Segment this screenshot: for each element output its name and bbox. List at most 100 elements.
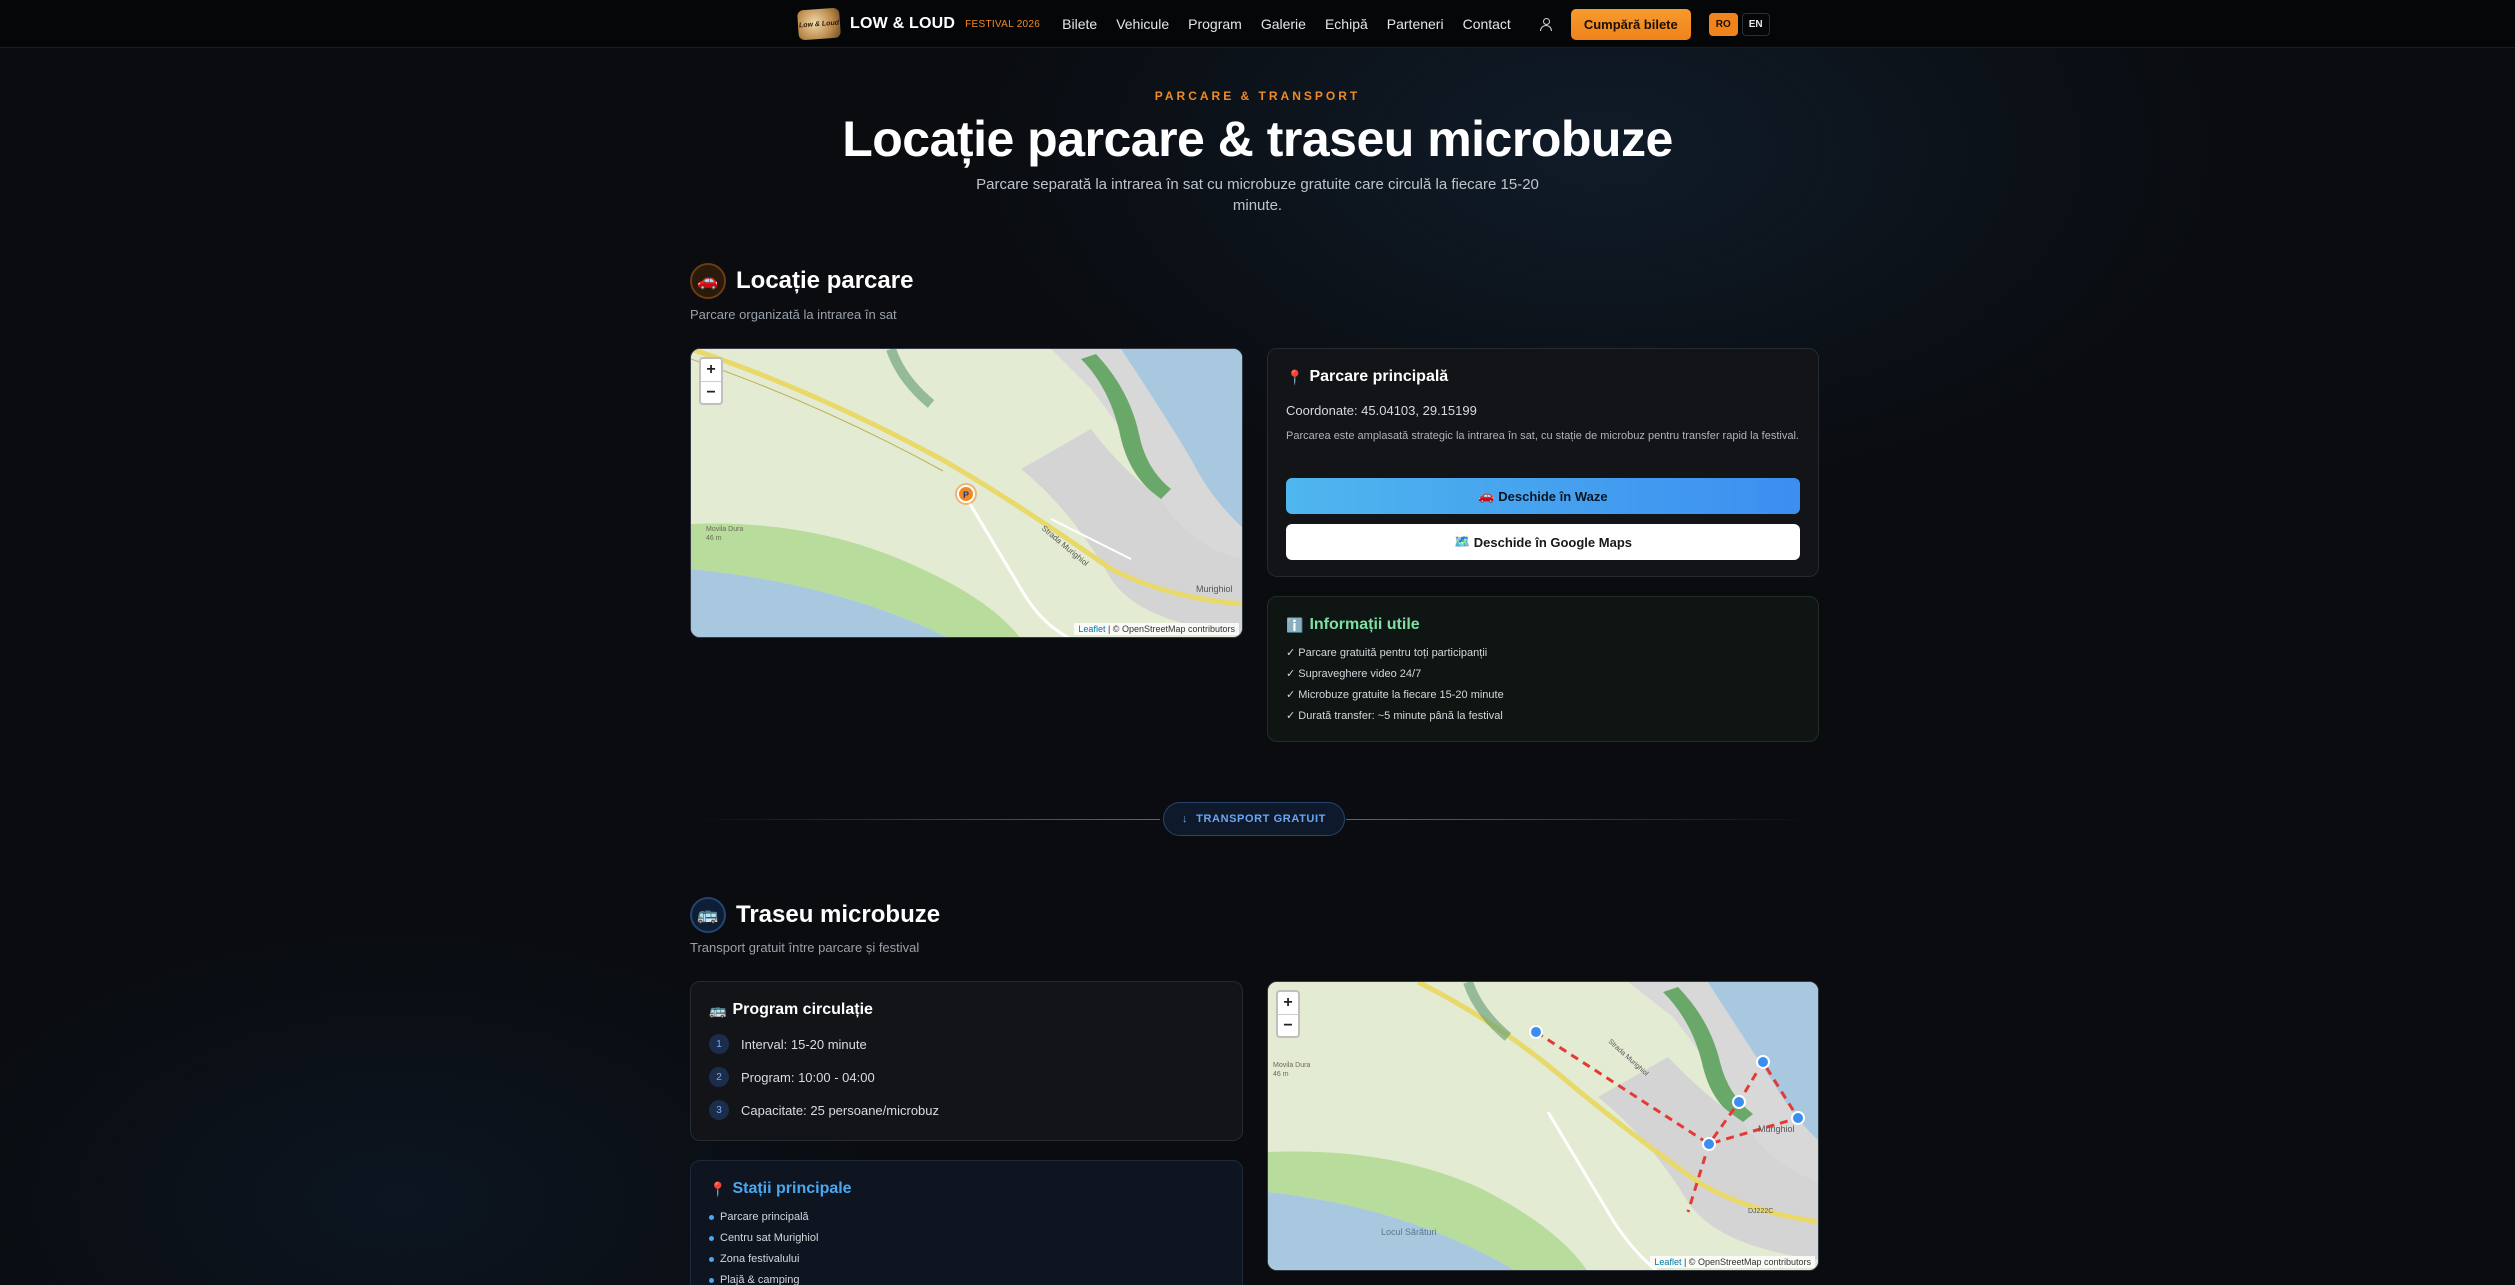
schedule-item: 1 Interval: 15-20 minute [709,1034,867,1054]
map-label-town: Murighiol [1196,584,1233,594]
car-icon: 🚗 [1478,488,1499,503]
bullet-icon [709,1277,714,1283]
hero-eyebrow: PARCARE & TRANSPORT [1154,89,1361,103]
open-google-maps-label: Deschide în Google Maps [1473,534,1632,550]
parking-map[interactable]: P Movila Dura 46 m Strada Murighiol Muri… [690,348,1243,638]
parking-marker-label[interactable]: P [963,490,969,500]
map-label-hill: Movila Dura [706,526,743,533]
nav-link-contact[interactable]: Contact [1463,16,1511,32]
schedule-item: 2 Program: 10:00 - 04:00 [709,1067,875,1087]
list-item: ✓ Microbuze gratuite la fiecare 15-20 mi… [1286,689,1504,701]
parking-coordinates: Coordonate: 45.04103, 29.15199 [1286,403,1477,418]
list-item: Zona festivalului [709,1253,800,1265]
parking-map-tiles: P Movila Dura 46 m Strada Murighiol Muri… [691,349,1242,637]
open-waze-button[interactable]: 🚗 Deschide în Waze [1286,478,1800,514]
schedule-item-text: Interval: 15-20 minute [741,1036,867,1052]
shuttle-section-header: 🚌 Traseu microbuze [690,897,940,933]
nav-link-bilete[interactable]: Bilete [1062,16,1097,32]
lang-ro-button[interactable]: RO [1708,12,1738,36]
zoom-out-button[interactable]: − [1278,1014,1298,1036]
bus-icon: 🚌 [709,1001,727,1018]
parking-section-header: 🚗 Locație parcare [690,263,913,299]
info-icon: ℹ️ [1286,616,1304,633]
shuttle-section-title: Traseu microbuze [736,901,941,928]
divider-line-right [1346,819,1816,820]
brand-name[interactable]: LOW & LOUD [850,15,955,33]
zoom-in-button[interactable]: + [701,359,721,381]
hero-subtitle: Parcare separată la intrarea în sat cu m… [976,176,1539,214]
map-label-lake: Locul Sărături [1381,1227,1437,1237]
main-parking-title: Parcare principală [1309,368,1449,385]
schedule-item-number: 2 [709,1067,729,1087]
map-label-hill-elevation: 46 m [1273,1071,1289,1078]
list-item: Parcare principală [709,1211,809,1223]
map-label-hill: Movila Dura [1273,1062,1310,1069]
map-icon: 🗺️ [1453,534,1474,549]
leaflet-link[interactable]: Leaflet [1654,1257,1681,1267]
schedule-item: 3 Capacitate: 25 persoane/microbuz [709,1100,939,1120]
bullet-icon [709,1214,714,1220]
nav-links: Bilete Vehicule Program Galerie Echipă P… [1062,16,1530,32]
station-name: Zona festivalului [720,1253,800,1265]
main-parking-title-row: 📍 Parcare principală [1286,368,1448,386]
nav-link-vehicule[interactable]: Vehicule [1116,16,1169,32]
shuttle-route-map[interactable]: Movila Dura 46 m Locul Sărături Strada M… [1267,981,1819,1271]
brand-subtitle: FESTIVAL 2026 [965,18,1041,30]
buy-tickets-button[interactable]: Cumpără bilete [1570,8,1691,40]
open-google-maps-button[interactable]: 🗺️ Deschide în Google Maps [1286,524,1800,560]
shuttle-section-subtitle: Transport gratuit între parcare și festi… [690,940,920,955]
leaflet-link[interactable]: Leaflet [1078,624,1105,634]
logo-text: Low & Loud [798,19,840,29]
user-icon[interactable] [1539,17,1553,31]
useful-info-title-row: ℹ️ Informații utile [1286,616,1420,634]
nav-link-parteneri[interactable]: Parteneri [1387,16,1444,32]
divider-line-left [690,819,1160,820]
zoom-out-button[interactable]: − [701,381,721,403]
schedule-item-number: 3 [709,1100,729,1120]
parking-section-title: Locație parcare [736,267,914,294]
shuttle-map-tiles: Movila Dura 46 m Locul Sărături Strada M… [1268,982,1818,1270]
page-title: Locație parcare & traseu microbuze [842,111,1673,167]
stations-card: 📍 Stații principale Parcare principală C… [690,1160,1243,1285]
map-label-town: Murighiol [1758,1124,1795,1134]
transport-divider-badge: ↓ TRANSPORT GRATUIT [1163,802,1345,836]
bullet-icon [709,1235,714,1241]
station-name: Parcare principală [720,1211,809,1223]
list-item: Plajă & camping [709,1274,800,1285]
schedule-item-text: Capacitate: 25 persoane/microbuz [741,1102,940,1118]
language-switcher: RO EN [1708,12,1770,36]
arrow-down-icon: ↓ [1182,813,1189,825]
car-icon: 🚗 [690,263,726,299]
osm-attribution: | © OpenStreetMap contributors [1683,1257,1811,1267]
schedule-item-number: 1 [709,1034,729,1054]
parking-section-subtitle: Parcare organizată la intrarea în sat [690,307,897,322]
transport-divider-label: TRANSPORT GRATUIT [1196,813,1326,825]
festival-logo[interactable]: Low & Loud [797,7,841,41]
nav-link-galerie[interactable]: Galerie [1261,16,1306,32]
osm-attribution: | © OpenStreetMap contributors [1107,624,1235,634]
nav-link-echipa[interactable]: Echipă [1325,16,1368,32]
list-item: ✓ Supraveghere video 24/7 [1286,668,1422,680]
station-name: Centru sat Murighiol [720,1232,819,1244]
bullet-icon [709,1256,714,1262]
parking-map-zoom-control: + − [699,357,723,405]
lang-en-button[interactable]: EN [1741,12,1770,36]
schedule-card: 🚌 Program circulație 1 Interval: 15-20 m… [690,981,1243,1141]
map-attribution: Leaflet | © OpenStreetMap contributors [1074,623,1239,635]
zoom-in-button[interactable]: + [1278,992,1298,1014]
map-attribution: Leaflet | © OpenStreetMap contributors [1650,1256,1815,1268]
shuttle-map-zoom-control: + − [1276,990,1300,1038]
nav-link-program[interactable]: Program [1188,16,1242,32]
stations-title-row: 📍 Stații principale [709,1180,852,1198]
schedule-item-text: Program: 10:00 - 04:00 [741,1069,875,1085]
pin-icon: 📍 [1286,368,1304,385]
stations-title: Stații principale [732,1180,852,1197]
list-item: ✓ Parcare gratuită pentru toți participa… [1286,647,1488,659]
useful-info-list: ✓ Parcare gratuită pentru toți participa… [1286,646,1504,730]
station-name: Plajă & camping [720,1274,800,1285]
main-parking-card: 📍 Parcare principală Coordonate: 45.0410… [1267,348,1819,577]
top-nav: Low & Loud LOW & LOUD FESTIVAL 2026 Bile… [0,0,2515,48]
pin-icon: 📍 [709,1180,727,1197]
schedule-title: Program circulație [732,1001,873,1018]
list-item: Centru sat Murighiol [709,1232,818,1244]
